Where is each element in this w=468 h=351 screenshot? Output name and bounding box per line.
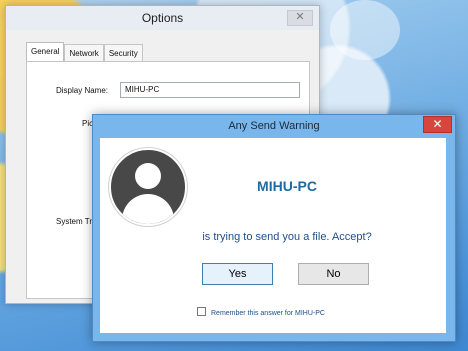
- options-title: Options: [141, 11, 184, 25]
- options-titlebar: Options ✕: [6, 6, 319, 30]
- sender-pc-name: MIHU-PC: [257, 178, 317, 194]
- no-button[interactable]: No: [298, 263, 369, 285]
- accept-file-prompt: is trying to send you a file. Accept?: [202, 231, 372, 243]
- warning-content: MIHU-PC is trying to send you a file. Ac…: [100, 138, 446, 333]
- warning-close-button[interactable]: ✕: [423, 116, 452, 133]
- yes-button[interactable]: Yes: [202, 263, 273, 285]
- tab-general[interactable]: General: [26, 42, 65, 63]
- warning-titlebar: Any Send Warning ✕: [93, 115, 455, 138]
- display-name-label: Display Name:: [56, 86, 109, 95]
- any-send-warning-dialog: Any Send Warning ✕ MIHU-PC is trying to …: [92, 114, 456, 342]
- background-highlight: [330, 0, 400, 60]
- avatar-body: [122, 194, 174, 224]
- warning-title: Any Send Warning: [228, 120, 320, 132]
- options-tabs: General Network Security: [26, 42, 143, 63]
- display-name-input[interactable]: [120, 82, 300, 98]
- remember-answer-checkbox[interactable]: [197, 307, 206, 316]
- remember-answer-label: Remember this answer for MIHU-PC: [211, 310, 325, 317]
- system-tray-label: System Tr: [56, 217, 93, 226]
- options-close-button[interactable]: ✕: [287, 10, 313, 26]
- remember-answer-checkbox-row[interactable]: Remember this answer for MIHU-PC: [197, 307, 325, 317]
